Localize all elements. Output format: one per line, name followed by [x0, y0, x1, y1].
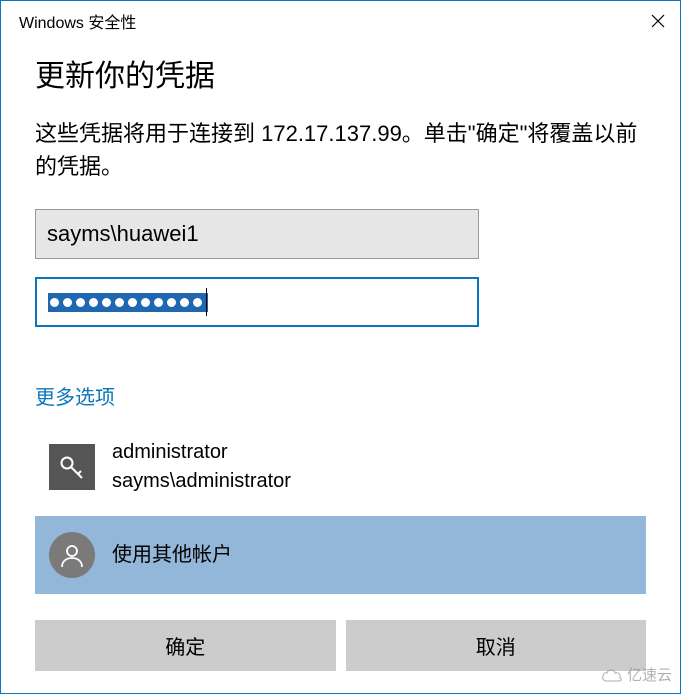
password-input[interactable] [35, 277, 479, 327]
credentials-dialog: Windows 安全性 更新你的凭据 这些凭据将用于连接到 172.17.137… [0, 0, 681, 694]
dialog-heading: 更新你的凭据 [35, 51, 646, 95]
account-name: administrator [112, 438, 291, 467]
close-icon [651, 14, 665, 28]
dialog-title: Windows 安全性 [19, 9, 136, 33]
user-icon [49, 532, 95, 578]
account-option-other[interactable]: 使用其他帐户 [35, 516, 646, 594]
dialog-description: 这些凭据将用于连接到 172.17.137.99。单击"确定"将覆盖以前的凭据。 [35, 117, 646, 183]
more-options-link[interactable]: 更多选项 [35, 381, 115, 410]
watermark: 亿速云 [601, 664, 672, 685]
dialog-content: 更新你的凭据 这些凭据将用于连接到 172.17.137.99。单击"确定"将覆… [1, 51, 680, 671]
account-text: administrator sayms\administrator [112, 438, 291, 496]
cloud-icon [601, 667, 623, 683]
account-text: 使用其他帐户 [112, 541, 232, 570]
other-account-label: 使用其他帐户 [112, 541, 232, 570]
ok-button[interactable]: 确定 [35, 620, 336, 671]
key-icon [49, 444, 95, 490]
close-button[interactable] [635, 1, 680, 41]
watermark-text: 亿速云 [627, 664, 672, 685]
button-row: 确定 取消 [35, 620, 646, 671]
text-caret [206, 288, 207, 316]
titlebar: Windows 安全性 [1, 1, 680, 41]
password-mask [48, 293, 208, 312]
account-option-administrator[interactable]: administrator sayms\administrator [35, 428, 646, 506]
username-input[interactable] [35, 209, 479, 259]
account-domain: sayms\administrator [112, 467, 291, 496]
